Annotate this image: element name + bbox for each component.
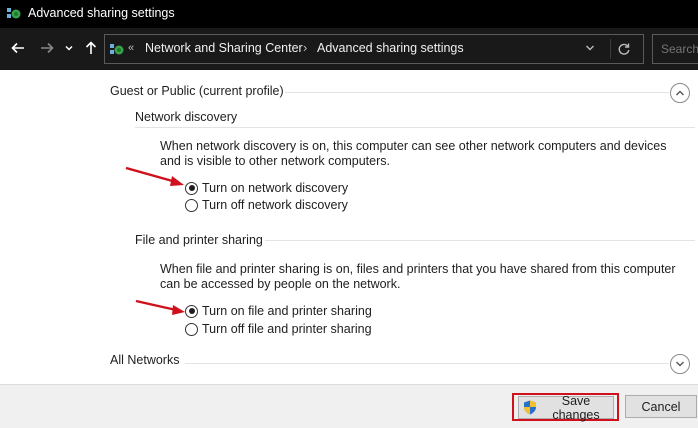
radio-label: Turn off network discovery bbox=[202, 198, 348, 212]
breadcrumb-overflow[interactable]: « bbox=[128, 42, 134, 54]
address-divider bbox=[610, 39, 611, 59]
breadcrumb-network-sharing-center[interactable]: Network and Sharing Center bbox=[145, 41, 303, 55]
network-sharing-icon bbox=[110, 44, 124, 55]
save-highlight-box: Save changes bbox=[512, 393, 619, 422]
window-title: Advanced sharing settings bbox=[28, 6, 175, 20]
radio-turn-on-network-discovery[interactable]: Turn on network discovery bbox=[185, 180, 348, 196]
annotation-arrow-icon bbox=[125, 166, 184, 186]
breadcrumb-separator[interactable]: › bbox=[303, 40, 307, 55]
refresh-icon[interactable] bbox=[617, 42, 631, 56]
radio-label: Turn on file and printer sharing bbox=[202, 304, 372, 318]
radio-button[interactable] bbox=[185, 198, 198, 212]
settings-content: Guest or Public (current profile) Networ… bbox=[0, 70, 698, 384]
chevron-down-icon bbox=[676, 361, 684, 367]
collapse-profile-button[interactable] bbox=[670, 83, 690, 103]
uac-shield-icon bbox=[523, 400, 537, 415]
radio-label: Turn on network discovery bbox=[202, 181, 349, 195]
save-changes-label: Save changes bbox=[552, 393, 600, 422]
radio-button-selected[interactable] bbox=[185, 304, 198, 318]
recent-locations-chevron-icon[interactable] bbox=[63, 39, 75, 57]
network-discovery-description: When network discovery is on, this compu… bbox=[160, 139, 667, 168]
radio-button[interactable] bbox=[185, 322, 198, 336]
address-bar[interactable]: « Network and Sharing Center › Advanced … bbox=[104, 34, 644, 64]
up-arrow-icon[interactable] bbox=[82, 39, 100, 57]
back-arrow-icon[interactable] bbox=[9, 39, 27, 57]
network-discovery-heading: Network discovery bbox=[135, 110, 238, 124]
radio-label: Turn off file and printer sharing bbox=[202, 322, 372, 336]
radio-button-selected[interactable] bbox=[185, 181, 198, 195]
forward-arrow-icon[interactable] bbox=[38, 39, 56, 57]
file-printer-sharing-description: When file and printer sharing is on, fil… bbox=[160, 262, 676, 291]
network-sharing-icon bbox=[7, 8, 21, 19]
address-dropdown-icon[interactable] bbox=[585, 43, 595, 53]
profile-header-guest-public[interactable]: Guest or Public (current profile) bbox=[110, 84, 284, 98]
breadcrumb-advanced-sharing-settings[interactable]: Advanced sharing settings bbox=[317, 41, 464, 55]
save-changes-button[interactable]: Save changes bbox=[518, 393, 614, 422]
section-divider bbox=[285, 92, 669, 93]
chevron-up-icon bbox=[676, 90, 684, 96]
cancel-button[interactable]: Cancel bbox=[625, 395, 697, 418]
radio-turn-off-network-discovery[interactable]: Turn off network discovery bbox=[185, 197, 348, 213]
radio-turn-on-file-printer-sharing[interactable]: Turn on file and printer sharing bbox=[185, 303, 372, 319]
expand-profile-button[interactable] bbox=[670, 354, 690, 374]
file-printer-sharing-heading: File and printer sharing bbox=[135, 233, 263, 247]
button-bar: Save changes Cancel bbox=[0, 384, 698, 428]
navigation-bar: « Network and Sharing Center › Advanced … bbox=[0, 28, 698, 70]
search-input[interactable] bbox=[653, 35, 698, 63]
section-divider bbox=[185, 363, 669, 364]
subsection-divider bbox=[265, 240, 695, 241]
radio-turn-off-file-printer-sharing[interactable]: Turn off file and printer sharing bbox=[185, 321, 372, 337]
annotation-arrow-icon bbox=[135, 299, 185, 315]
profile-header-all-networks[interactable]: All Networks bbox=[110, 353, 179, 367]
search-box[interactable] bbox=[652, 34, 698, 64]
title-bar: Advanced sharing settings bbox=[0, 0, 698, 28]
subsection-divider bbox=[135, 127, 695, 128]
